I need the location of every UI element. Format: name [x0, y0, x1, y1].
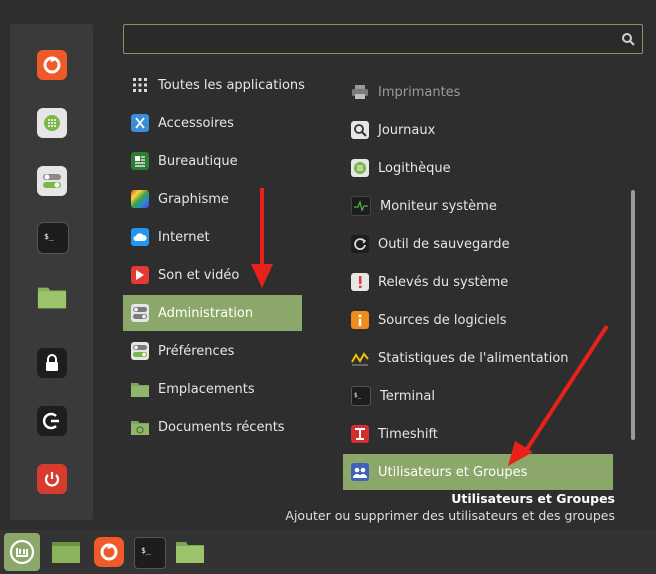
taskbar: $_: [0, 530, 656, 574]
show-desktop-icon[interactable]: [50, 536, 82, 568]
arrow-to-users-groups: [508, 324, 609, 466]
firefox-icon[interactable]: [94, 537, 124, 567]
mint-menu-icon[interactable]: [4, 533, 40, 571]
terminal-icon[interactable]: $_: [134, 537, 166, 569]
svg-text:$_: $_: [141, 546, 151, 555]
arrow-to-administration: [251, 188, 273, 288]
files-icon[interactable]: [174, 536, 206, 568]
application-menu: $_ Toutes les applications Accessoires B…: [0, 0, 656, 530]
annotation-arrows: [251, 188, 609, 466]
